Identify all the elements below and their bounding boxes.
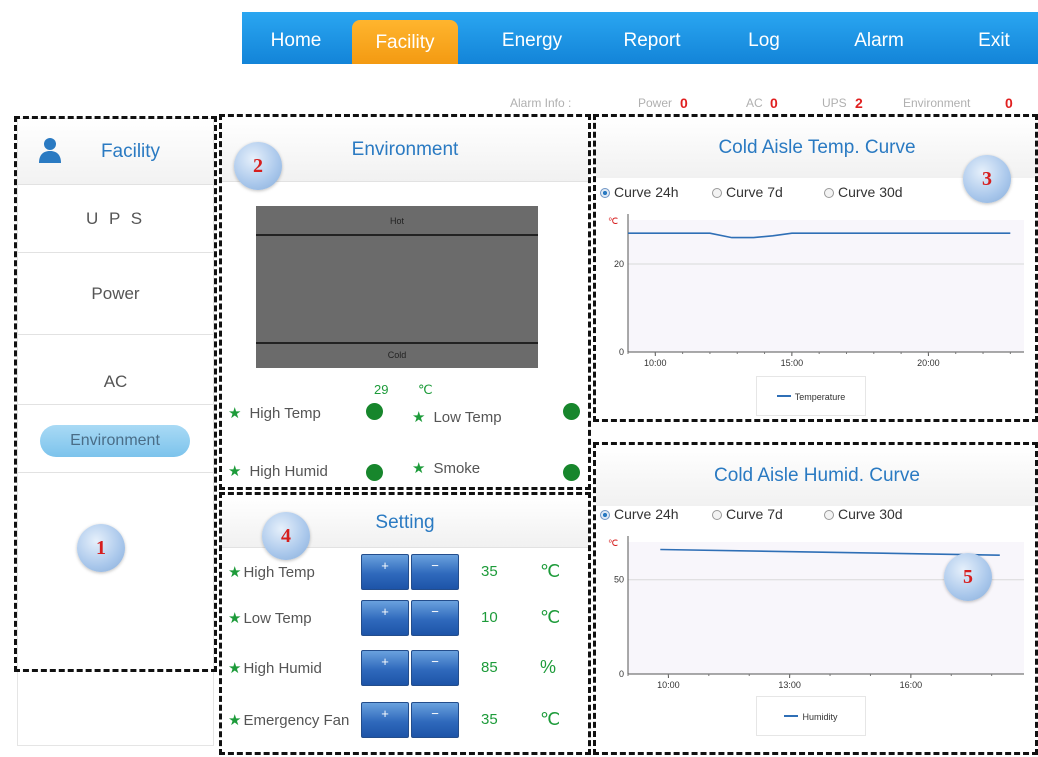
- alarm-power-label: Power: [638, 96, 673, 110]
- alarm-ups-count[interactable]: 2: [855, 95, 863, 111]
- nav-log[interactable]: Log: [724, 12, 804, 64]
- region-badge-2: 2: [234, 142, 282, 190]
- region-badge-4: 4: [262, 512, 310, 560]
- nav-alarm[interactable]: Alarm: [824, 12, 934, 64]
- alarm-power-count[interactable]: 0: [680, 95, 688, 111]
- region-1-frame: [14, 116, 217, 672]
- top-nav-bar: Home Facility Energy Report Log Alarm Ex…: [242, 12, 1038, 64]
- alarm-info-label: Alarm Info :: [510, 96, 572, 110]
- nav-energy[interactable]: Energy: [482, 12, 582, 64]
- alarm-ac-count[interactable]: 0: [770, 95, 778, 111]
- region-badge-5: 5: [944, 553, 992, 601]
- region-badge-1: 1: [77, 524, 125, 572]
- nav-report[interactable]: Report: [602, 12, 702, 64]
- nav-home[interactable]: Home: [250, 12, 342, 64]
- nav-facility[interactable]: Facility: [352, 20, 458, 64]
- alarm-environment-label: Environment: [903, 96, 971, 110]
- alarm-ups-label: UPS: [822, 96, 847, 110]
- region-badge-3: 3: [963, 155, 1011, 203]
- alarm-environment-count[interactable]: 0: [1005, 95, 1013, 111]
- alarm-ac-label: AC: [746, 96, 763, 110]
- nav-exit[interactable]: Exit: [954, 12, 1034, 64]
- alarm-info-bar: Alarm Info : Power 0 AC 0 UPS 2 Environm…: [500, 95, 1038, 116]
